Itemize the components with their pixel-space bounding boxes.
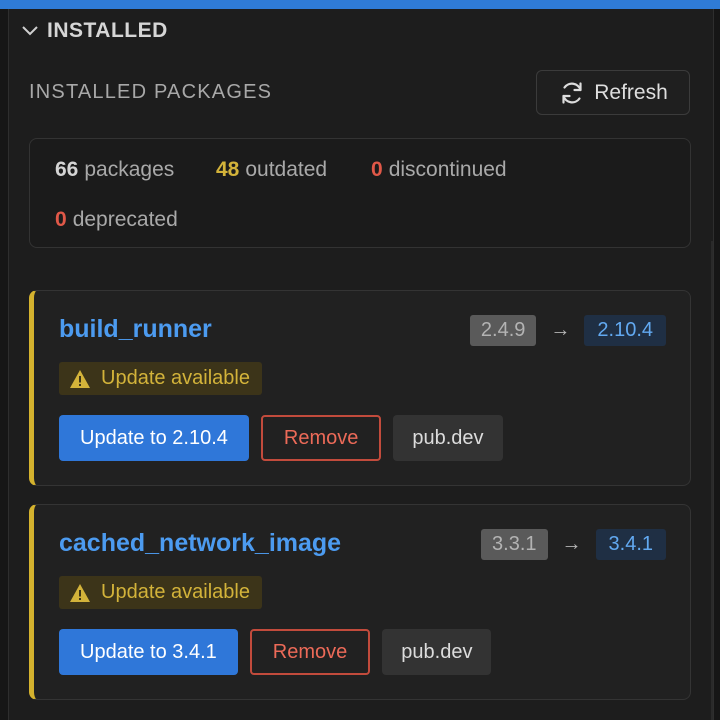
scrollbar-track[interactable]: [711, 241, 713, 720]
packages-label: packages: [84, 158, 175, 181]
current-version: 2.4.9: [469, 315, 537, 346]
package-name[interactable]: build_runner: [59, 315, 212, 344]
status-badge: Update available: [59, 362, 262, 395]
latest-version: 2.10.4: [584, 315, 666, 346]
refresh-icon: [562, 81, 582, 104]
status-badge: Update available: [59, 576, 262, 609]
update-button[interactable]: Update to 3.4.1: [59, 629, 238, 675]
section-title: INSTALLED: [47, 19, 168, 42]
stat-packages: 66 packages: [55, 158, 174, 182]
stat-discontinued: 0 discontinued: [371, 158, 507, 182]
section-header[interactable]: INSTALLED: [19, 17, 168, 45]
arrow-right-icon: →: [550, 319, 571, 341]
version-info: 2.4.9 → 2.10.4: [469, 315, 666, 346]
chevron-down-icon: [22, 26, 38, 36]
stat-deprecated: 0 deprecated: [55, 208, 178, 232]
pubdev-button[interactable]: pub.dev: [393, 415, 503, 461]
packages-count: 66: [55, 158, 79, 181]
warning-icon: [70, 583, 90, 602]
outdated-label: outdated: [245, 158, 328, 181]
arrow-right-icon: →: [561, 533, 582, 555]
installed-packages-heading: INSTALLED PACKAGES: [29, 81, 273, 103]
status-text: Update available: [101, 367, 250, 389]
package-card: cached_network_image 3.3.1 → 3.4.1 Updat…: [29, 504, 691, 700]
refresh-button[interactable]: Refresh: [536, 70, 690, 115]
installed-panel: INSTALLED INSTALLED PACKAGES Refresh 66 p…: [8, 9, 714, 720]
package-name[interactable]: cached_network_image: [59, 529, 341, 558]
warning-icon: [70, 369, 90, 388]
package-actions: Update to 3.4.1 Remove pub.dev: [59, 629, 503, 675]
package-actions: Update to 2.10.4 Remove pub.dev: [59, 415, 515, 461]
version-info: 3.3.1 → 3.4.1: [481, 529, 666, 560]
status-text: Update available: [101, 581, 250, 603]
latest-version: 3.4.1: [595, 529, 666, 560]
focus-bar: [0, 0, 720, 9]
stat-outdated: 48 outdated: [216, 158, 327, 182]
discontinued-label: discontinued: [388, 158, 507, 181]
package-card: build_runner 2.4.9 → 2.10.4 Update avail…: [29, 290, 691, 486]
stats-summary: 66 packages 48 outdated 0 discontinued 0 dep…: [29, 138, 691, 248]
remove-button[interactable]: Remove: [249, 629, 371, 675]
deprecated-count: 0: [55, 208, 67, 231]
update-button[interactable]: Update to 2.10.4: [59, 415, 249, 461]
remove-button[interactable]: Remove: [260, 415, 382, 461]
deprecated-label: deprecated: [72, 208, 178, 231]
pubdev-button[interactable]: pub.dev: [382, 629, 492, 675]
current-version: 3.3.1: [481, 529, 548, 560]
outdated-count: 48: [216, 158, 240, 181]
refresh-label: Refresh: [594, 80, 668, 104]
discontinued-count: 0: [371, 158, 383, 181]
